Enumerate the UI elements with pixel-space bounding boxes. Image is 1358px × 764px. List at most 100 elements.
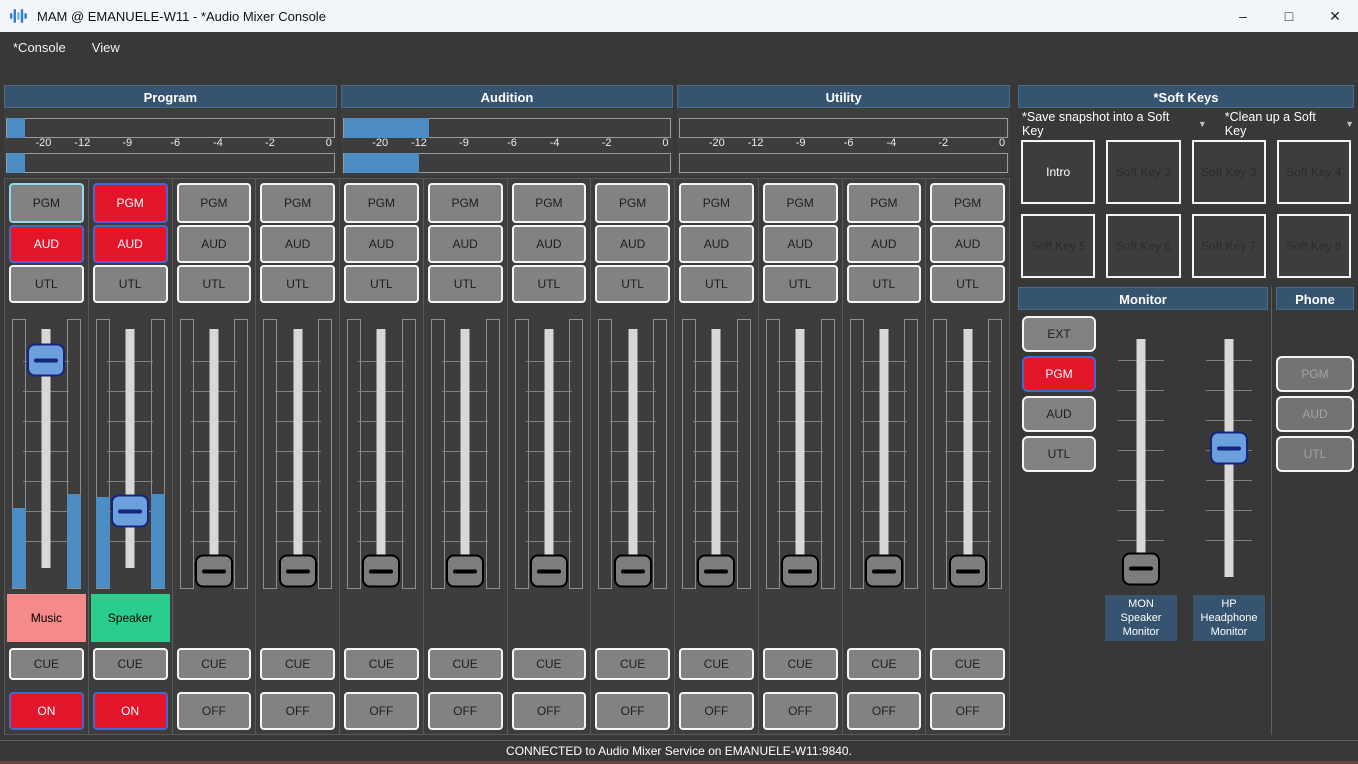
channel-utl-button[interactable]: UTL xyxy=(595,265,670,303)
soft-key-button[interactable]: Soft Key 4 xyxy=(1277,140,1351,204)
channel-pgm-button[interactable]: PGM xyxy=(763,183,838,223)
menu-item-view[interactable]: View xyxy=(79,36,133,59)
channel-power-button[interactable]: OFF xyxy=(595,692,670,730)
channel-aud-button[interactable]: AUD xyxy=(428,225,503,263)
monitor-aud-button[interactable]: AUD xyxy=(1022,396,1096,432)
channel-power-button[interactable]: ON xyxy=(9,692,84,730)
channel-cue-button[interactable]: CUE xyxy=(930,648,1005,680)
channel-aud-button[interactable]: AUD xyxy=(93,225,168,263)
channel-pgm-button[interactable]: PGM xyxy=(344,183,419,223)
channel-aud-button[interactable]: AUD xyxy=(9,225,84,263)
channel-power-button[interactable]: OFF xyxy=(512,692,587,730)
soft-key-button[interactable]: Soft Key 6 xyxy=(1106,214,1180,278)
channel-aud-button[interactable]: AUD xyxy=(763,225,838,263)
soft-key-button[interactable]: Soft Key 7 xyxy=(1192,214,1266,278)
fader-handle[interactable] xyxy=(195,555,233,588)
channel-pgm-button[interactable]: PGM xyxy=(93,183,168,223)
channel-aud-button[interactable]: AUD xyxy=(930,225,1005,263)
fader-handle[interactable] xyxy=(781,555,819,588)
soft-key-button[interactable]: Soft Key 2 xyxy=(1106,140,1180,204)
channel-aud-button[interactable]: AUD xyxy=(344,225,419,263)
fader-handle[interactable] xyxy=(865,555,903,588)
channel-pgm-button[interactable]: PGM xyxy=(930,183,1005,223)
channel-pgm-button[interactable]: PGM xyxy=(679,183,754,223)
channel-utl-button[interactable]: UTL xyxy=(512,265,587,303)
monitor-pgm-button[interactable]: PGM xyxy=(1022,356,1096,392)
fader-handle[interactable] xyxy=(27,344,65,377)
channel-aud-button[interactable]: AUD xyxy=(595,225,670,263)
soft-key-button[interactable]: Intro xyxy=(1021,140,1095,204)
channel-fader-zone xyxy=(675,306,758,591)
clean-softkey-dropdown[interactable]: *Clean up a Soft Key ▼ xyxy=(1225,110,1354,138)
channel-utl-button[interactable]: UTL xyxy=(763,265,838,303)
channel-power-button[interactable]: OFF xyxy=(679,692,754,730)
phone-utl-button[interactable]: UTL xyxy=(1276,436,1354,472)
channel-cue-button[interactable]: CUE xyxy=(763,648,838,680)
channel-cue-button[interactable]: CUE xyxy=(679,648,754,680)
channel-cue-button[interactable]: CUE xyxy=(177,648,252,680)
channel-power-button[interactable]: OFF xyxy=(930,692,1005,730)
channel-aud-button[interactable]: AUD xyxy=(847,225,922,263)
channel-power-button[interactable]: OFF xyxy=(847,692,922,730)
soft-key-button[interactable]: Soft Key 5 xyxy=(1021,214,1095,278)
maximize-button[interactable]: □ xyxy=(1266,0,1312,32)
close-button[interactable]: ✕ xyxy=(1312,0,1358,32)
channel-pgm-button[interactable]: PGM xyxy=(177,183,252,223)
channel-aud-button[interactable]: AUD xyxy=(260,225,335,263)
bus-panel-audition: Audition -20-12-9-6-4-20 xyxy=(341,85,674,176)
channel-power-button[interactable]: OFF xyxy=(763,692,838,730)
channel-cue-button[interactable]: CUE xyxy=(9,648,84,680)
fader-handle[interactable] xyxy=(949,555,987,588)
channel-cue-button[interactable]: CUE xyxy=(512,648,587,680)
soft-key-button[interactable]: Soft Key 8 xyxy=(1277,214,1351,278)
channel-utl-button[interactable]: UTL xyxy=(344,265,419,303)
monitor-utl-button[interactable]: UTL xyxy=(1022,436,1096,472)
channel-power-button[interactable]: OFF xyxy=(260,692,335,730)
minimize-button[interactable]: – xyxy=(1220,0,1266,32)
fader-handle[interactable] xyxy=(1122,552,1160,585)
channel-pgm-button[interactable]: PGM xyxy=(9,183,84,223)
fader-handle[interactable] xyxy=(362,555,400,588)
channel-pgm-button[interactable]: PGM xyxy=(595,183,670,223)
channel-power-button[interactable]: OFF xyxy=(428,692,503,730)
channel-utl-button[interactable]: UTL xyxy=(260,265,335,303)
channel-meter-right xyxy=(653,319,667,589)
channel-utl-button[interactable]: UTL xyxy=(177,265,252,303)
channel-pgm-button[interactable]: PGM xyxy=(847,183,922,223)
channel-pgm-button[interactable]: PGM xyxy=(428,183,503,223)
channel-pgm-button[interactable]: PGM xyxy=(260,183,335,223)
channel-cue-button[interactable]: CUE xyxy=(260,648,335,680)
menu-item-console[interactable]: *Console xyxy=(0,36,79,59)
channel-cue-button[interactable]: CUE xyxy=(93,648,168,680)
channel-power-button[interactable]: OFF xyxy=(344,692,419,730)
channel-aud-button[interactable]: AUD xyxy=(512,225,587,263)
channel-cue-button[interactable]: CUE xyxy=(428,648,503,680)
fader-handle[interactable] xyxy=(111,495,149,528)
fader-handle[interactable] xyxy=(279,555,317,588)
channel-cue-button[interactable]: CUE xyxy=(847,648,922,680)
channel-utl-button[interactable]: UTL xyxy=(847,265,922,303)
channel-cue-button[interactable]: CUE xyxy=(344,648,419,680)
channel-power-button[interactable]: ON xyxy=(93,692,168,730)
channel-aud-button[interactable]: AUD xyxy=(679,225,754,263)
channel-pgm-button[interactable]: PGM xyxy=(512,183,587,223)
channel-utl-button[interactable]: UTL xyxy=(679,265,754,303)
fader-handle[interactable] xyxy=(1210,432,1248,465)
channel-utl-button[interactable]: UTL xyxy=(428,265,503,303)
monitor-ext-button[interactable]: EXT xyxy=(1022,316,1096,352)
fader-handle[interactable] xyxy=(446,555,484,588)
fader-handle[interactable] xyxy=(697,555,735,588)
channel-utl-button[interactable]: UTL xyxy=(9,265,84,303)
channel-power-button[interactable]: OFF xyxy=(177,692,252,730)
channel-utl-button[interactable]: UTL xyxy=(930,265,1005,303)
soft-key-button[interactable]: Soft Key 3 xyxy=(1192,140,1266,204)
fader-handle[interactable] xyxy=(614,555,652,588)
phone-pgm-button[interactable]: PGM xyxy=(1276,356,1354,392)
channel-cue-button[interactable]: CUE xyxy=(595,648,670,680)
fader-handle[interactable] xyxy=(530,555,568,588)
save-snapshot-dropdown[interactable]: *Save snapshot into a Soft Key ▼ xyxy=(1022,110,1207,138)
channel-aud-button[interactable]: AUD xyxy=(177,225,252,263)
phone-aud-button[interactable]: AUD xyxy=(1276,396,1354,432)
bus-meter-top xyxy=(6,118,335,138)
channel-utl-button[interactable]: UTL xyxy=(93,265,168,303)
